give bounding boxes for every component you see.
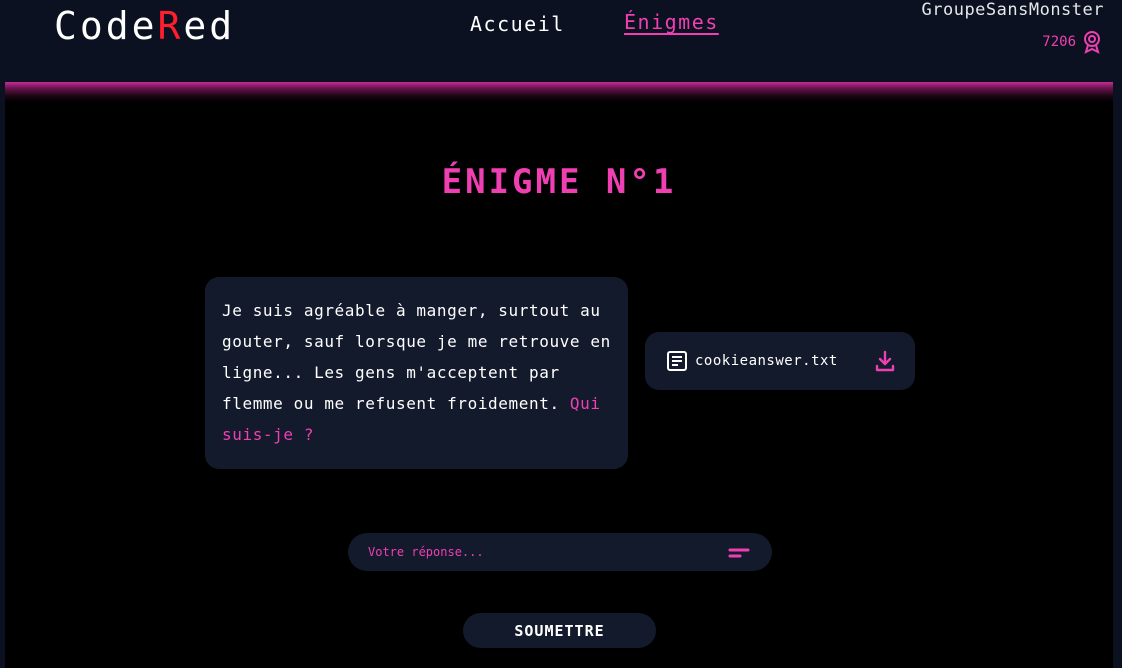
award-badge-icon	[1082, 30, 1102, 54]
logo-suffix: ed	[183, 4, 236, 48]
top-header: CodeRed Accueil Énigmes GroupeSansMonste…	[0, 0, 1122, 84]
logo-prefix: Code	[54, 4, 158, 48]
lines-icon	[728, 545, 750, 559]
user-name: GroupeSansMonster	[921, 0, 1104, 20]
riddle-card: Je suis agréable à manger, surtout au go…	[205, 277, 628, 469]
logo-accent: R	[157, 4, 184, 48]
nav-link-home[interactable]: Accueil	[470, 12, 565, 36]
riddle-body: Je suis agréable à manger, surtout au go…	[222, 301, 611, 413]
download-icon[interactable]	[873, 349, 897, 373]
attachment-card[interactable]: cookieanswer.txt	[645, 332, 915, 390]
user-score: 7206	[1042, 30, 1102, 54]
submit-button[interactable]: SOUMETTRE	[463, 613, 656, 648]
logo[interactable]: CodeRed	[54, 4, 235, 48]
main-panel: ÉNIGME N°1 Je suis agréable à manger, su…	[5, 82, 1113, 668]
answer-input[interactable]	[368, 545, 728, 559]
page-title: ÉNIGME N°1	[441, 162, 677, 202]
score-value: 7206	[1042, 34, 1076, 50]
answer-field[interactable]	[348, 533, 772, 571]
nav-link-puzzles[interactable]: Énigmes	[624, 10, 719, 34]
text-file-icon	[665, 349, 689, 373]
header-glow-divider	[5, 82, 1113, 102]
riddle-text: Je suis agréable à manger, surtout au go…	[222, 295, 612, 450]
attachment-filename: cookieanswer.txt	[695, 353, 838, 369]
